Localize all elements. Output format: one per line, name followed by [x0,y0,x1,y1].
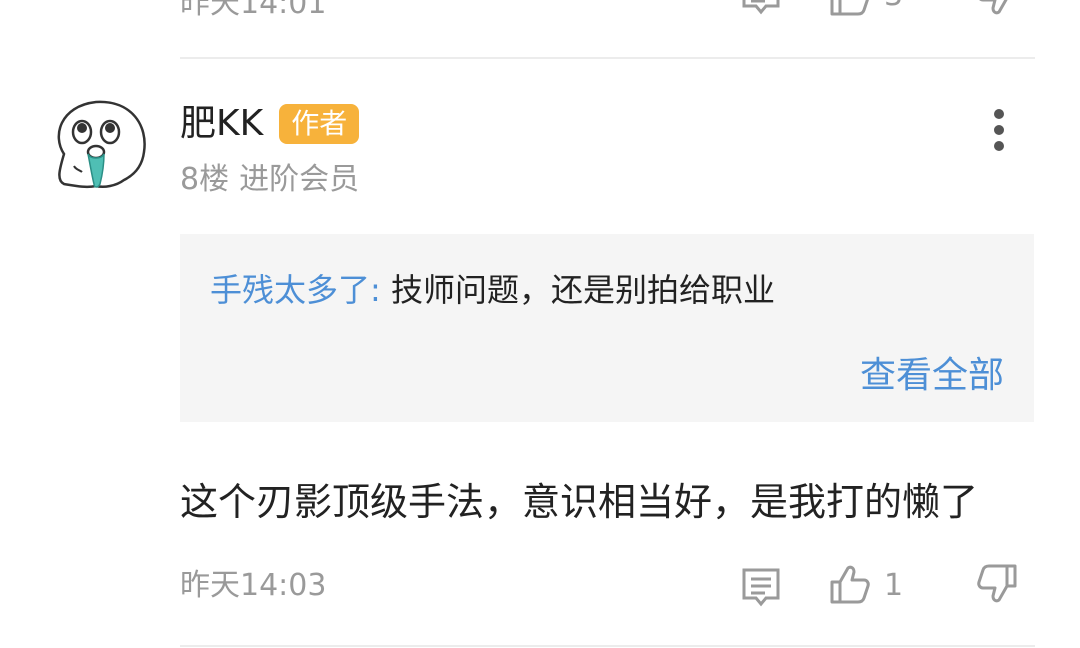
reply-text: 技师问题，还是别拍给职业 [390,271,775,309]
divider [180,645,1035,647]
comment-time: 昨天14:03 [180,568,327,603]
username-row: 肥KK 作者 [180,102,360,146]
more-vertical-icon[interactable] [984,106,1014,154]
comment-content: 这个刃影顶级手法，意识相当好，是我打的懒了 [180,480,979,524]
reply-preview[interactable]: 手残太多了: 技师问题，还是别拍给职业 查看全部 [180,234,1034,422]
reply-icon[interactable] [740,566,782,610]
thumbs-down-icon[interactable] [975,0,1019,18]
thumbs-up-icon[interactable] [828,0,872,18]
author-badge: 作者 [279,104,360,144]
floor-info: 8楼 进阶会员 [180,160,359,200]
avatar[interactable] [50,96,150,194]
floor-number: 8楼 [180,162,230,197]
divider [180,57,1035,59]
member-level: 进阶会员 [239,162,360,197]
thumbs-down-icon[interactable] [975,562,1019,606]
username[interactable]: 肥KK [180,102,263,146]
view-all-link[interactable]: 查看全部 [860,354,1004,398]
reply-username[interactable]: 手残太多了: [210,271,381,309]
reply-line: 手残太多了: 技师问题，还是别拍给职业 [210,270,775,310]
reply-icon[interactable] [740,0,782,18]
previous-comment-time: 昨天14:01 [180,0,327,21]
previous-like-count: 3 [884,0,903,13]
thumbs-up-icon[interactable] [828,562,872,606]
like-count: 1 [884,568,904,603]
